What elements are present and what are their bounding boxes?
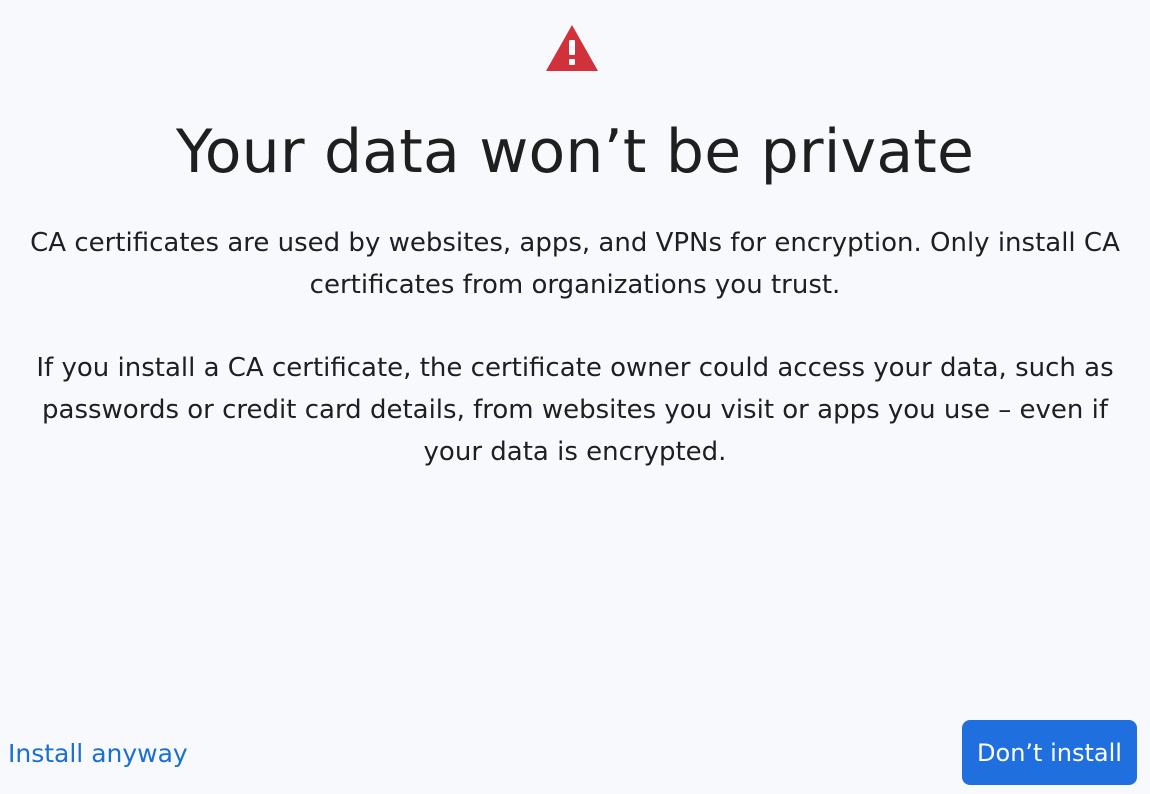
dont-install-button[interactable]: Don’t install <box>962 720 1137 785</box>
description-paragraph-2: If you install a CA certificate, the cer… <box>36 353 1114 467</box>
install-anyway-button[interactable]: Install anyway <box>8 733 188 775</box>
page-title: Your data won’t be private <box>175 117 975 187</box>
ca-certificate-warning-screen: Your data won’t be private CA certificat… <box>0 0 1150 794</box>
warning-triangle-icon <box>546 25 598 71</box>
description-paragraph-1: CA certificates are used by websites, ap… <box>30 228 1120 300</box>
